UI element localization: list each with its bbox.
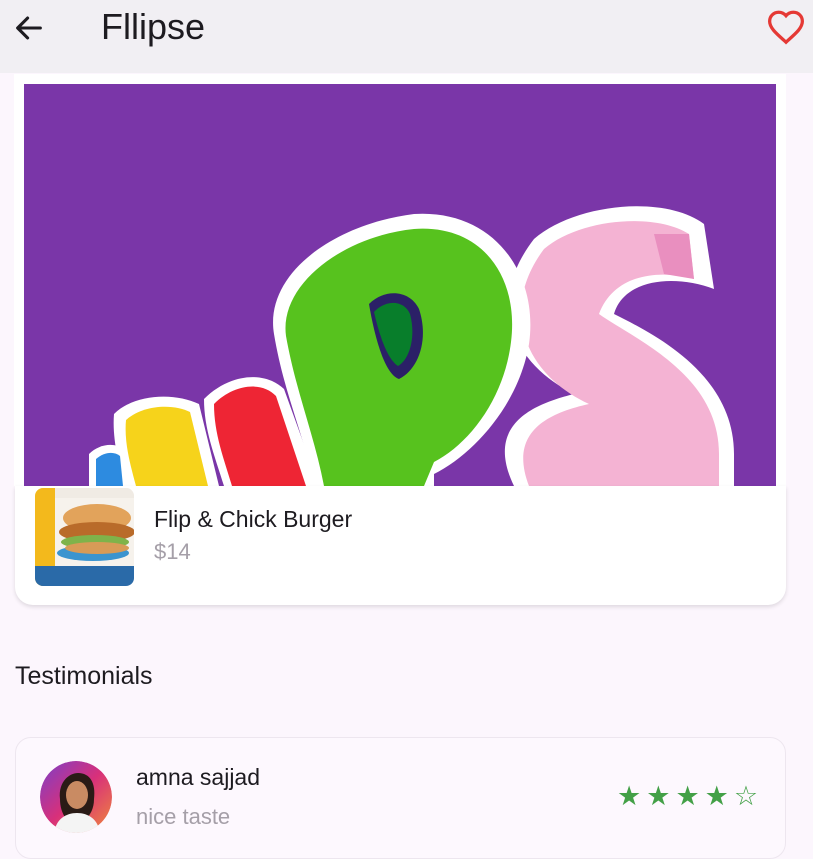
review-text: nice taste: [136, 804, 231, 829]
product-card[interactable]: Flip & Chick Burger $14: [15, 486, 786, 605]
page-title: Fllipse: [101, 6, 206, 47]
reviewer-name: amna sajjad: [136, 764, 261, 790]
star-filled-icon: ★: [675, 781, 700, 812]
product-banner-image: [14, 74, 786, 486]
avatar: [40, 761, 112, 833]
review-card: amna sajjad nice taste ★ ★ ★ ★ ☆: [15, 737, 786, 859]
testimonials-heading: Testimonials: [15, 662, 153, 690]
heart-outline-icon[interactable]: [766, 9, 806, 45]
arrow-left-icon[interactable]: [12, 11, 46, 45]
star-outline-icon: ☆: [733, 781, 759, 812]
star-filled-icon: ★: [646, 781, 671, 812]
banner-logo-image: [14, 74, 786, 486]
product-price: $14: [154, 539, 191, 564]
product-name: Flip & Chick Burger: [154, 506, 353, 532]
rating-stars: ★ ★ ★ ★ ☆: [617, 782, 758, 812]
app-bar: Fllipse: [0, 0, 813, 73]
star-filled-icon: ★: [704, 781, 729, 812]
burger-thumbnail-image: [35, 488, 134, 586]
star-filled-icon: ★: [617, 781, 642, 812]
